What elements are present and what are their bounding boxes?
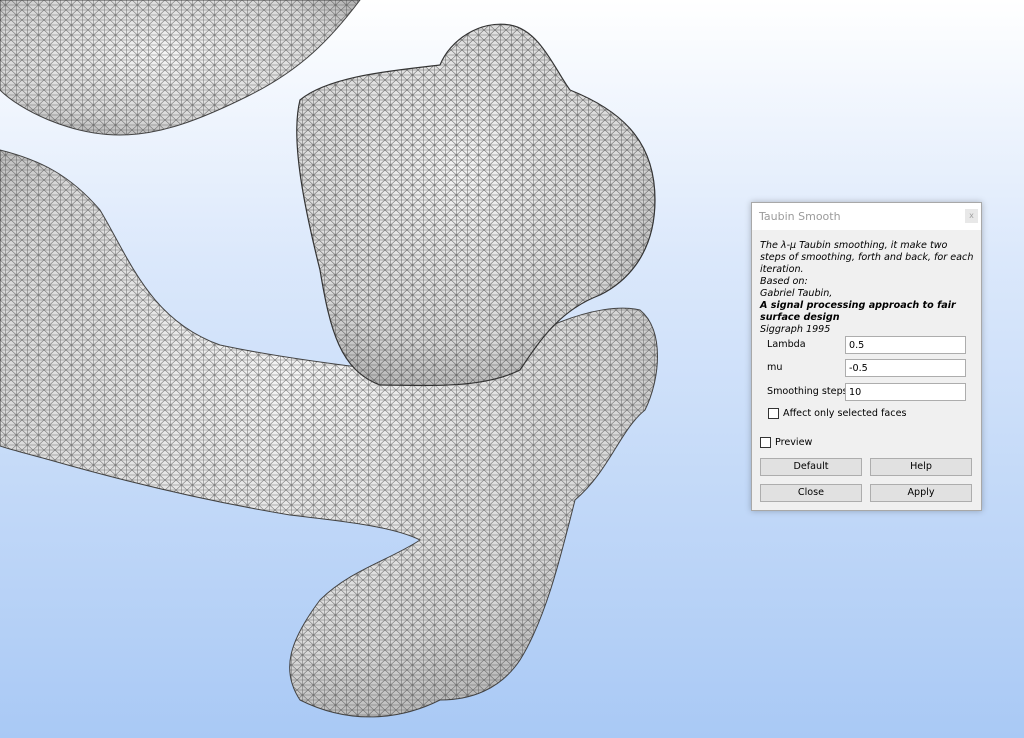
smoothing-steps-input[interactable]	[845, 383, 966, 401]
lambda-label: Lambda	[767, 339, 806, 350]
paper-title: A signal processing approach to fair sur…	[760, 300, 956, 323]
help-button[interactable]: Help	[870, 458, 972, 476]
dialog-titlebar[interactable]: Taubin Smooth x	[752, 203, 981, 230]
description-text: The λ-μ Taubin smoothing, it make two st…	[760, 240, 974, 275]
preview-label: Preview	[775, 437, 813, 448]
checkbox-icon[interactable]	[760, 437, 771, 448]
filter-description: The λ-μ Taubin smoothing, it make two st…	[760, 240, 976, 336]
apply-button[interactable]: Apply	[870, 484, 972, 502]
based-on-label: Based on:	[760, 276, 808, 287]
mu-input[interactable]	[845, 359, 966, 377]
mu-label: mu	[767, 362, 783, 373]
lambda-input[interactable]	[845, 336, 966, 354]
paper-venue: Siggraph 1995	[760, 324, 831, 335]
close-icon[interactable]: x	[965, 209, 978, 223]
checkbox-icon[interactable]	[768, 408, 779, 419]
dialog-title: Taubin Smooth	[759, 210, 841, 223]
lambda-row: Lambda	[767, 336, 967, 354]
mu-row: mu	[767, 359, 967, 377]
affect-selected-label: Affect only selected faces	[783, 408, 907, 419]
smoothing-steps-row: Smoothing steps	[767, 383, 967, 401]
smoothing-steps-label: Smoothing steps	[767, 386, 848, 397]
close-button[interactable]: Close	[760, 484, 862, 502]
taubin-smooth-dialog: Taubin Smooth x The λ-μ Taubin smoothing…	[751, 202, 982, 511]
mesh-model	[0, 0, 658, 718]
author-name: Gabriel Taubin,	[760, 288, 833, 299]
default-button[interactable]: Default	[760, 458, 862, 476]
